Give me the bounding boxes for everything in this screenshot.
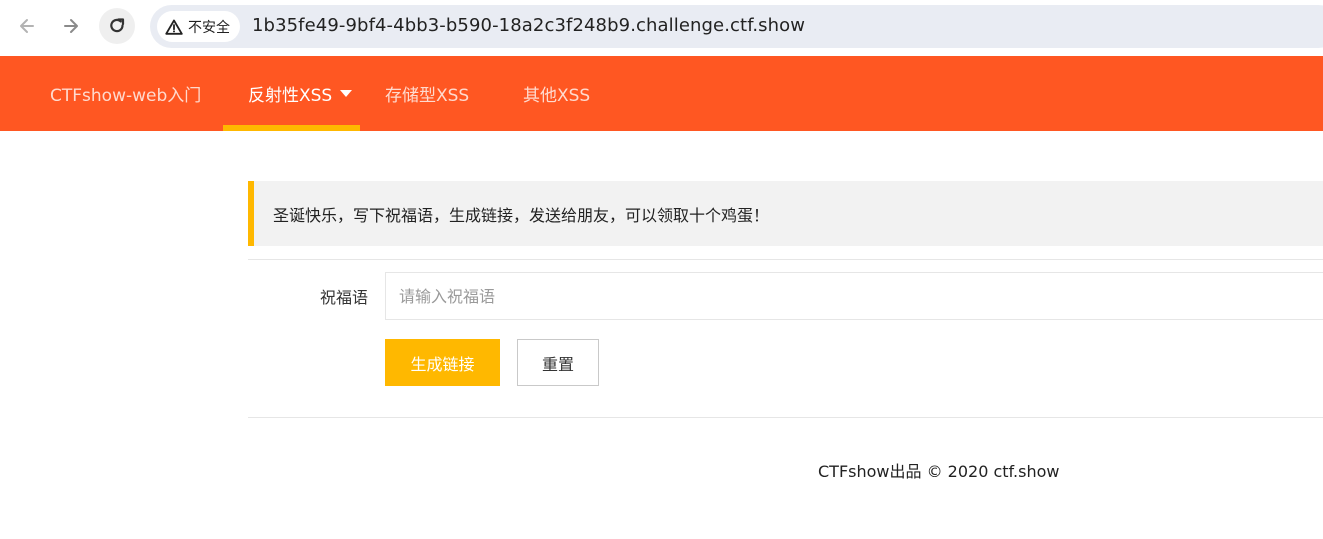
site-header: CTFshow-web入门 反射性XSS 存储型XSS 其他XSS (0, 56, 1323, 131)
active-tab-indicator (223, 125, 360, 131)
footer-text: CTFshow出品 © 2020 ctf.show (818, 462, 1060, 481)
notice-text: 圣诞快乐，写下祝福语，生成链接，发送给朋友，可以领取十个鸡蛋！ (273, 205, 770, 225)
security-indicator[interactable]: 不安全 (157, 11, 240, 42)
nav-item-reflected-xss[interactable]: 反射性XSS (248, 56, 353, 131)
nav-item-label: 反射性XSS (248, 86, 333, 106)
blessing-label: 祝福语 (319, 288, 368, 307)
divider (248, 259, 1323, 260)
nav-item-label: 其他XSS (523, 86, 591, 106)
forward-button[interactable] (53, 8, 89, 44)
arrow-right-icon (64, 19, 78, 33)
url-text[interactable]: 1b35fe49-9bf4-4bb3-b590-18a2c3f248b9.cha… (252, 15, 805, 36)
warning-triangle-icon (165, 19, 183, 35)
blessing-input[interactable] (385, 272, 1323, 320)
back-button[interactable] (9, 8, 45, 44)
notice-box: 圣诞快乐，写下祝福语，生成链接，发送给朋友，可以领取十个鸡蛋！ (248, 181, 1323, 246)
nav-item-other-xss[interactable]: 其他XSS (523, 56, 590, 131)
nav-item-label: CTFshow-web入门 (50, 86, 202, 106)
reload-icon (110, 18, 125, 33)
divider (248, 417, 1323, 418)
reset-button[interactable]: 重置 (517, 339, 599, 386)
browser-toolbar: 不安全 1b35fe49-9bf4-4bb3-b590-18a2c3f248b9… (0, 0, 1323, 56)
address-bar[interactable]: 不安全 1b35fe49-9bf4-4bb3-b590-18a2c3f248b9… (150, 5, 1323, 48)
nav-item-stored-xss[interactable]: 存储型XSS (385, 56, 469, 131)
generate-link-button[interactable]: 生成链接 (385, 339, 500, 386)
security-label: 不安全 (188, 19, 230, 36)
nav-item-label: 存储型XSS (385, 86, 470, 106)
nav-item-web-intro[interactable]: CTFshow-web入门 (50, 56, 201, 131)
caret-down-icon (340, 90, 353, 97)
arrow-left-icon (20, 19, 34, 33)
reload-button[interactable] (99, 8, 135, 44)
